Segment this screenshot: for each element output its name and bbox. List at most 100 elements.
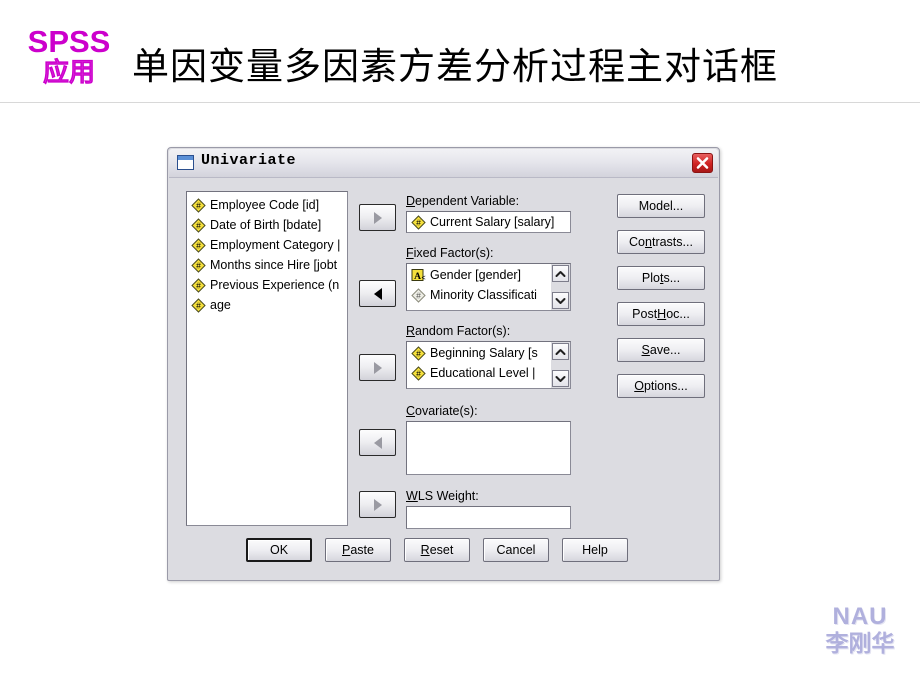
nau-label: NAU [832,603,888,630]
numeric-variable-icon: # [411,365,426,381]
spss-logo: SPSS 应用 [14,26,124,86]
scroll-up-button[interactable] [552,265,569,282]
list-item[interactable]: A < Gender [gender] [407,265,551,285]
save-button[interactable]: Save... [617,338,705,362]
list-item[interactable]: # Beginning Salary [s [407,343,551,363]
wls-weight-label: WLS Weight: [406,489,479,503]
fixed-factors-list[interactable]: A < Gender [gender] # Minority Classifica… [406,263,571,311]
contrasts-button[interactable]: Co n trasts... [617,230,705,254]
window-icon [177,155,194,170]
dependent-variable-label: Dependent Variable: [406,194,520,208]
svg-text:#: # [416,348,421,358]
source-variable-list[interactable]: # Employee Code [id] # Date of Birth [bd… [186,191,348,526]
list-item-label: age [210,298,231,312]
numeric-variable-icon: # [191,237,206,253]
page-title: 单因变量多因素方差分析过程主对话框 [132,45,778,88]
list-item-label: Employee Code [id] [210,198,320,212]
numeric-variable-icon: # [191,297,206,313]
svg-text:#: # [196,200,201,210]
arrow-left-icon [373,287,382,300]
reset-button[interactable]: Reset [404,538,470,562]
list-item-label: Educational Level | [430,366,536,380]
dialog-titlebar: Univariate [169,149,718,178]
model-button[interactable]: Model... [617,194,705,218]
chevron-up-icon [555,348,566,355]
svg-text:#: # [196,240,201,250]
paste-button[interactable]: Paste [325,538,391,562]
svg-text:#: # [196,260,201,270]
numeric-variable-icon: # [191,257,206,273]
list-item[interactable]: # age [187,295,347,315]
move-to-wls-weight-arrow[interactable] [359,491,396,518]
svg-text:#: # [416,290,421,300]
scroll-up-button[interactable] [552,343,569,360]
string-variable-icon: A < [411,268,426,283]
close-button[interactable] [692,153,713,173]
list-item[interactable]: # Employment Category | [187,235,347,255]
chevron-up-icon [555,270,566,277]
wls-weight-value [407,507,570,510]
plots-button[interactable]: Plo t s... [617,266,705,290]
svg-text:A: A [414,272,421,282]
univariate-dialog: Univariate # Employee Code [id] # Date o… [167,147,720,581]
random-factors-scrollbar[interactable] [551,342,570,388]
author-name: 李刚华 [825,631,895,658]
options-button[interactable]: Options... [617,374,705,398]
list-item[interactable]: # Minority Classificati [407,285,551,305]
chevron-down-icon [555,375,566,382]
list-item[interactable]: # Educational Level | [407,363,551,383]
dependent-variable-value: Current Salary [salary] [430,215,555,229]
list-item[interactable]: # Date of Birth [bdate] [187,215,347,235]
list-item-label: Date of Birth [bdate] [210,218,322,232]
list-item[interactable]: # Previous Experience (n [187,275,347,295]
svg-text:#: # [196,280,201,290]
dependent-variable-field[interactable]: # Current Salary [salary] [406,211,571,233]
list-item-label: Months since Hire [jobt [210,258,338,272]
scroll-down-button[interactable] [552,370,569,387]
list-item[interactable]: # Current Salary [salary] [407,212,570,232]
post-hoc-button[interactable]: Post Hoc... [617,302,705,326]
list-item[interactable]: # Employee Code [id] [187,195,347,215]
wls-weight-field[interactable] [406,506,571,529]
list-item[interactable]: # Months since Hire [jobt [187,255,347,275]
spss-logo-word: SPSS [27,24,111,59]
dialog-title: Univariate [201,152,297,169]
spss-logo-subtitle: 应用 [42,58,96,88]
scroll-down-button[interactable] [552,292,569,309]
cancel-button[interactable]: Cancel [483,538,549,562]
svg-text:#: # [416,368,421,378]
close-icon [696,157,709,169]
list-item-label: Employment Category | [210,238,341,252]
list-item-label: Previous Experience (n [210,278,340,292]
help-button[interactable]: Help [562,538,628,562]
svg-text:<: < [421,275,425,282]
covariates-list-inner [407,422,551,423]
covariates-list[interactable] [406,421,571,475]
nau-footer: NAU 李刚华 [800,603,920,658]
move-to-fixed-factors-arrow[interactable] [359,280,396,307]
list-item-label: Beginning Salary [s [430,346,538,360]
numeric-variable-icon: # [191,217,206,233]
fixed-factors-label: Fixed Factor(s): [406,246,494,260]
random-factors-label: Random Factor(s): [406,324,511,338]
numeric-variable-icon: # [411,345,426,361]
covariates-label: Covariate(s): [406,404,478,418]
svg-text:#: # [416,217,421,227]
arrow-right-icon [373,361,382,374]
chevron-down-icon [555,297,566,304]
move-to-covariates-arrow[interactable] [359,429,396,456]
numeric-variable-icon: # [191,197,206,213]
arrow-right-icon [373,498,382,511]
gray-numeric-variable-icon: # [411,287,426,303]
header-divider [0,102,920,103]
list-item-label: Gender [gender] [430,268,522,282]
move-to-dependent-arrow[interactable] [359,204,396,231]
numeric-variable-icon: # [191,277,206,293]
arrow-left-icon [373,436,382,449]
list-item-label: Minority Classificati [430,288,537,302]
move-to-random-factors-arrow[interactable] [359,354,396,381]
numeric-variable-icon: # [411,214,426,230]
random-factors-list[interactable]: # Beginning Salary [s # Educational Leve… [406,341,571,389]
ok-button[interactable]: OK [246,538,312,562]
fixed-factors-scrollbar[interactable] [551,264,570,310]
